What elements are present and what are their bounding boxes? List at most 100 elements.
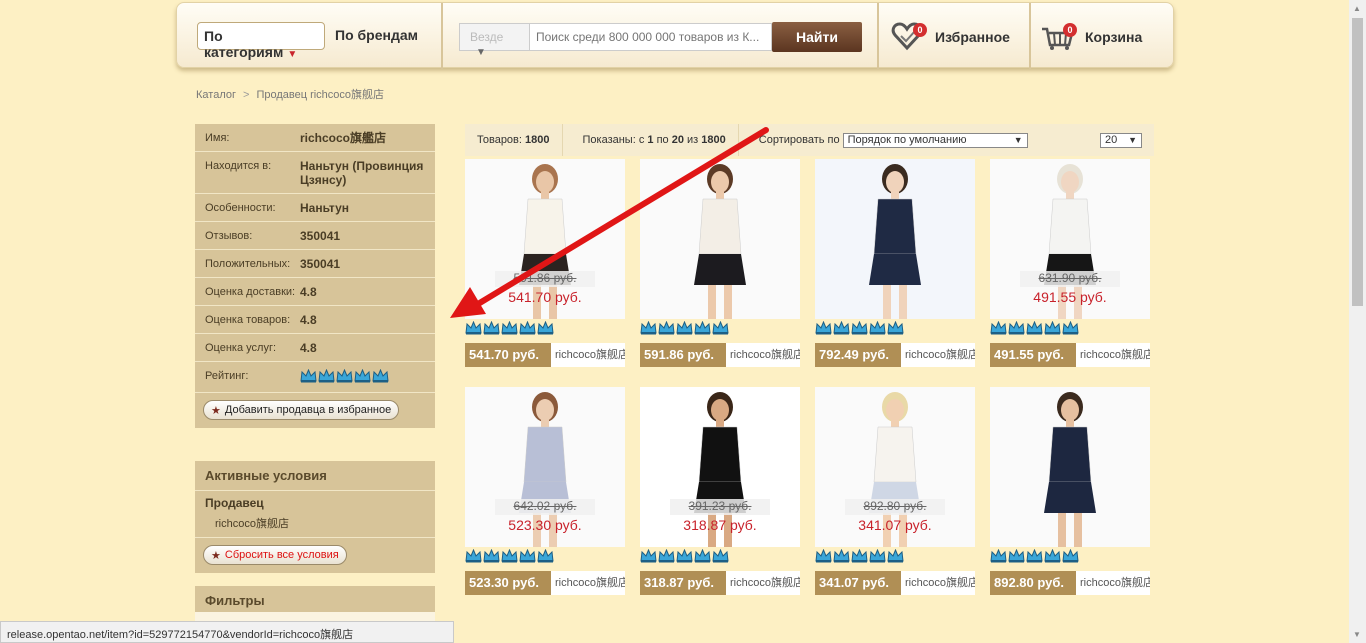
product-old-price: 391.23 руб. (670, 499, 770, 515)
breadcrumb-catalog-link[interactable]: Каталог (196, 89, 236, 101)
product-image[interactable]: 892.80 руб. 341.07 руб. (815, 387, 975, 547)
product-price[interactable]: 792.49 руб. (815, 343, 901, 367)
crown-icon (990, 320, 1007, 339)
active-conditions-title: Активные условия (195, 461, 435, 491)
product-seller[interactable]: richcoco旗舰店 (1076, 343, 1150, 367)
product-image[interactable]: 642.02 руб. 523.30 руб. (465, 387, 625, 547)
page-scrollbar[interactable]: ▲ ▼ (1349, 0, 1366, 643)
product-price[interactable]: 491.55 руб. (990, 343, 1076, 367)
scrollbar-thumb[interactable] (1352, 18, 1363, 306)
product-card[interactable]: 892.80 руб. richcoco旗舰店 (990, 387, 1150, 595)
crown-icon (887, 548, 904, 567)
crown-icon (372, 368, 389, 386)
product-price[interactable]: 341.07 руб. (815, 571, 901, 595)
favorites-label: Избранное (935, 29, 1010, 45)
product-image[interactable] (815, 159, 975, 319)
product-seller[interactable]: richcoco旗舰店 (726, 343, 800, 367)
product-rating (990, 320, 1150, 339)
scroll-down-icon[interactable]: ▼ (1353, 630, 1361, 639)
shown-from: 1 (647, 134, 654, 146)
filters-title: Фильтры (205, 593, 265, 608)
seller-row-service-score: Оценка услуг: 4.8 (195, 334, 435, 362)
product-rating (640, 548, 800, 567)
crown-icon (336, 368, 353, 386)
product-image[interactable]: 591.86 руб. 541.70 руб. (465, 159, 625, 319)
crown-icon (712, 548, 729, 567)
seller-row-key: Отзывов: (205, 230, 253, 242)
crown-icon (869, 320, 886, 339)
crown-icon (1044, 320, 1061, 339)
search-button[interactable]: Найти (772, 22, 862, 52)
product-rating (815, 320, 975, 339)
crown-icon (537, 320, 554, 339)
product-card[interactable]: 391.23 руб. 318.87 руб. 318.87 руб. richcoc… (640, 387, 800, 595)
product-seller[interactable]: richcoco旗舰店 (551, 343, 625, 367)
sort-label: Сортировать по (758, 134, 840, 146)
crown-icon (537, 548, 554, 567)
seller-row-key: Находится в: (205, 160, 272, 172)
crown-icon (465, 320, 482, 339)
product-seller[interactable]: richcoco旗舰店 (1076, 571, 1150, 595)
reset-conditions-label: Сбросить все условия (224, 549, 339, 561)
crown-icon (851, 548, 868, 567)
product-seller[interactable]: richcoco旗舰店 (726, 571, 800, 595)
product-old-price: 892.80 руб. (845, 499, 945, 515)
product-price[interactable]: 523.30 руб. (465, 571, 551, 595)
scroll-up-icon[interactable]: ▲ (1353, 4, 1361, 13)
crown-icon (1044, 548, 1061, 567)
crown-icon (640, 320, 657, 339)
product-image[interactable]: 631.90 руб. 491.55 руб. (990, 159, 1150, 319)
product-price[interactable]: 892.80 руб. (990, 571, 1076, 595)
search-scope-select[interactable]: Везде ▼ (459, 23, 530, 58)
favorites-link[interactable]: 0 Избранное (891, 21, 1010, 53)
product-rating (815, 548, 975, 567)
reset-conditions-button[interactable]: ★ Сбросить все условия (203, 545, 347, 565)
header-divider (441, 3, 443, 69)
product-seller[interactable]: richcoco旗舰店 (551, 571, 625, 595)
product-price-bar: 318.87 руб. richcoco旗舰店 (640, 571, 800, 595)
product-price-bar: 792.49 руб. richcoco旗舰店 (815, 343, 975, 367)
star-icon: ★ (211, 404, 221, 417)
shown-to-word: по (656, 134, 669, 146)
product-price[interactable]: 591.86 руб. (640, 343, 726, 367)
product-card[interactable]: 642.02 руб. 523.30 руб. 523.30 руб. richcoc… (465, 387, 625, 595)
crown-icon (483, 548, 500, 567)
product-image[interactable] (640, 159, 800, 319)
product-card[interactable]: 591.86 руб. richcoco旗舰店 (640, 159, 800, 367)
product-image[interactable]: 391.23 руб. 318.87 руб. (640, 387, 800, 547)
seller-row-value: Наньтун (Провинция Цзянсу) (300, 159, 424, 187)
seller-row-value: 350041 (300, 229, 341, 243)
seller-row-value: Наньтун (300, 201, 350, 215)
search-scope-label: Везде (470, 30, 504, 44)
seller-row-value: 4.8 (300, 313, 317, 327)
product-price-bar: 523.30 руб. richcoco旗舰店 (465, 571, 625, 595)
product-card[interactable]: 591.86 руб. 541.70 руб. 541.70 руб. richcoc… (465, 159, 625, 367)
shown-of-word: из (687, 134, 699, 146)
basket-icon: 0 (1041, 21, 1077, 53)
product-sale-price: 523.30 руб. (508, 517, 582, 533)
sort-select[interactable]: Порядок по умолчанию ▼ (842, 132, 1028, 148)
product-price[interactable]: 318.87 руб. (640, 571, 726, 595)
category-select[interactable]: По категориям ▼ (197, 22, 325, 60)
seller-row-goods-score: Оценка товаров: 4.8 (195, 306, 435, 334)
cart-link[interactable]: 0 Корзина (1041, 21, 1142, 53)
shown-prefix: Показаны: с (582, 134, 645, 146)
product-card[interactable]: 631.90 руб. 491.55 руб. 491.55 руб. richcoc… (990, 159, 1150, 367)
product-price-bar: 541.70 руб. richcoco旗舰店 (465, 343, 625, 367)
brands-link[interactable]: По брендам (335, 27, 418, 43)
shown-to: 20 (671, 134, 684, 146)
crown-icon (1062, 320, 1079, 339)
product-seller[interactable]: richcoco旗舰店 (901, 571, 975, 595)
product-card[interactable]: 892.80 руб. 341.07 руб. 341.07 руб. richcoc… (815, 387, 975, 595)
product-price[interactable]: 541.70 руб. (465, 343, 551, 367)
product-card[interactable]: 792.49 руб. richcoco旗舰店 (815, 159, 975, 367)
per-page-select[interactable]: 20 ▼ (1100, 132, 1142, 148)
seller-row-delivery-score: Оценка доставки: 4.8 (195, 278, 435, 306)
add-seller-favorite-button[interactable]: ★ Добавить продавца в избранное (203, 400, 400, 420)
seller-row-value: 4.8 (300, 341, 317, 355)
product-seller[interactable]: richcoco旗舰店 (901, 343, 975, 367)
dropdown-arrow-icon: ▼ (1013, 135, 1023, 145)
site-header: По категориям▼ По брендам Везде ▼ Найти … (176, 2, 1174, 69)
product-image[interactable] (990, 387, 1150, 547)
search-input[interactable] (530, 23, 772, 51)
